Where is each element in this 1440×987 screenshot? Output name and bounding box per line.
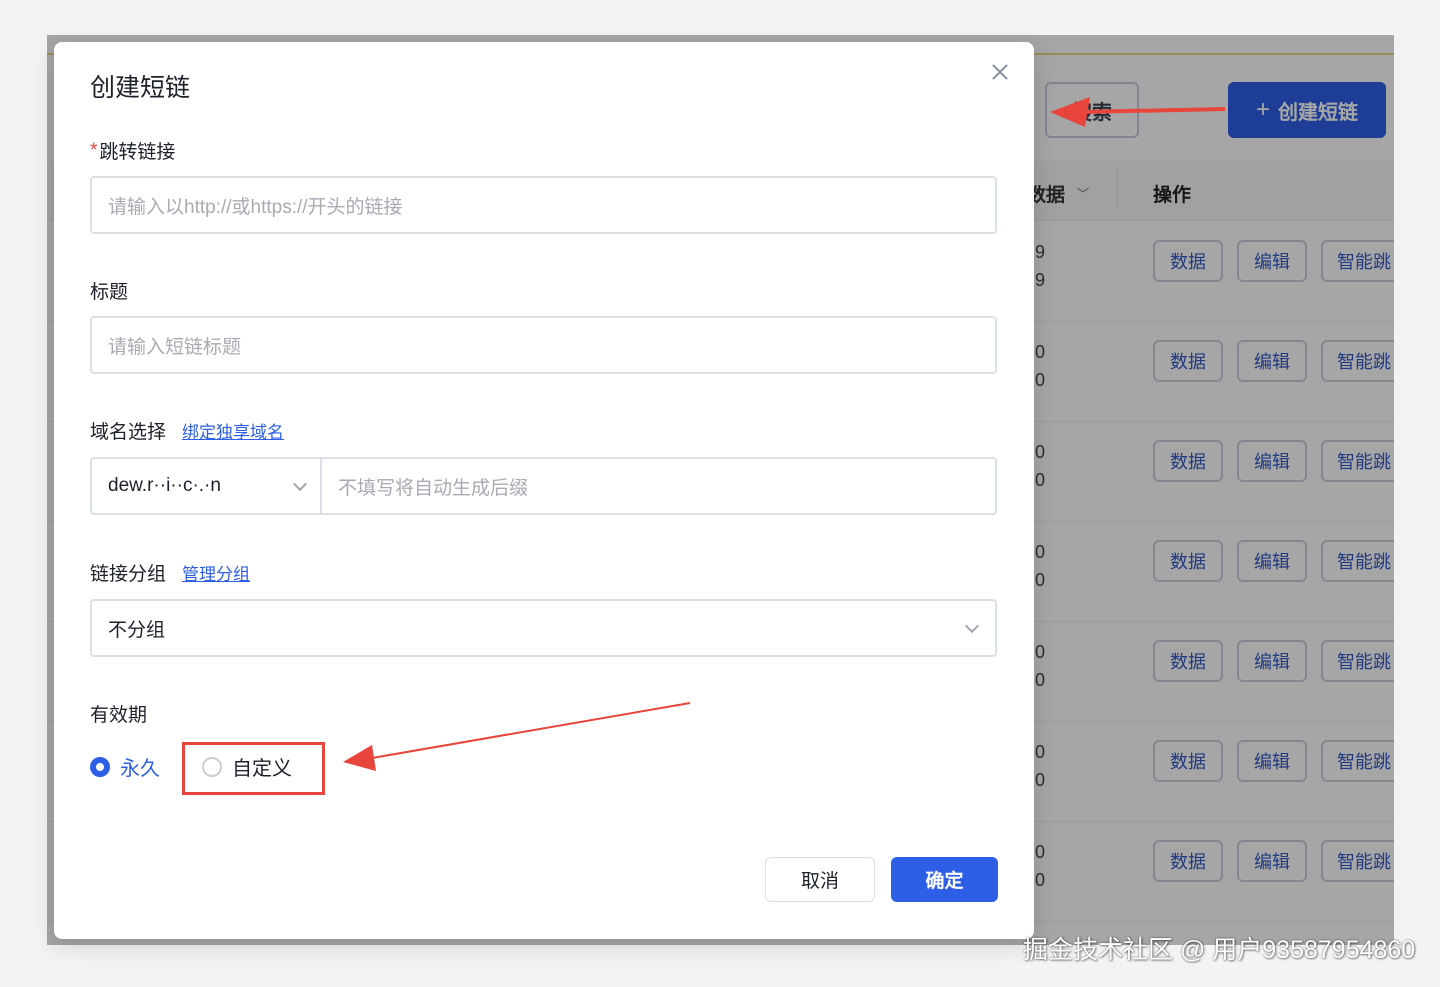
group-label-text: 链接分组 (90, 564, 167, 585)
manage-group-link[interactable]: 管理分组 (182, 560, 250, 585)
domain-selected-value: dew.r··i··c·.·n (108, 475, 221, 496)
title-placeholder: 请输入短链标题 (108, 336, 242, 358)
chevron-down-icon (292, 476, 308, 491)
annotation-highlight-box (182, 742, 325, 795)
create-shortlink-dialog: 创建短链 * 跳转链接 请输入以http://或https://开头的链接 标题… (54, 42, 1034, 939)
radio-permanent[interactable]: 永久 (90, 752, 160, 781)
suffix-input[interactable]: 不填写将自动生成后缀 (320, 457, 997, 515)
dialog-title: 创建短链 (90, 74, 191, 102)
required-mark: * (90, 139, 98, 161)
title-label: 标题 (90, 282, 129, 303)
close-icon[interactable] (990, 62, 1010, 82)
redirect-link-label: * 跳转链接 (90, 137, 175, 164)
confirm-button[interactable]: 确定 (891, 857, 998, 902)
redirect-link-input[interactable]: 请输入以http://或https://开头的链接 (90, 176, 997, 234)
bind-domain-link[interactable]: 绑定独享域名 (182, 418, 284, 443)
chevron-down-icon (964, 618, 980, 633)
group-select[interactable]: 不分组 (90, 599, 997, 657)
validity-label: 有效期 (90, 705, 148, 726)
domain-label-text: 域名选择 (90, 422, 167, 443)
domain-label: 域名选择 绑定独享域名 (90, 417, 284, 444)
redirect-link-placeholder: 请输入以http://或https://开头的链接 (108, 196, 403, 218)
radio-permanent-label: 永久 (120, 758, 160, 780)
watermark: 掘金技术社区 @ 用户93587954860 (1023, 936, 1416, 964)
group-selected-value: 不分组 (108, 619, 166, 641)
group-label: 链接分组 管理分组 (90, 559, 250, 586)
domain-select[interactable]: dew.r··i··c·.·n (90, 457, 321, 515)
suffix-placeholder: 不填写将自动生成后缀 (338, 477, 529, 499)
title-input[interactable]: 请输入短链标题 (90, 316, 997, 374)
radio-checked-icon (90, 756, 110, 777)
redirect-link-label-text: 跳转链接 (99, 142, 176, 163)
cancel-button[interactable]: 取消 (765, 857, 875, 902)
